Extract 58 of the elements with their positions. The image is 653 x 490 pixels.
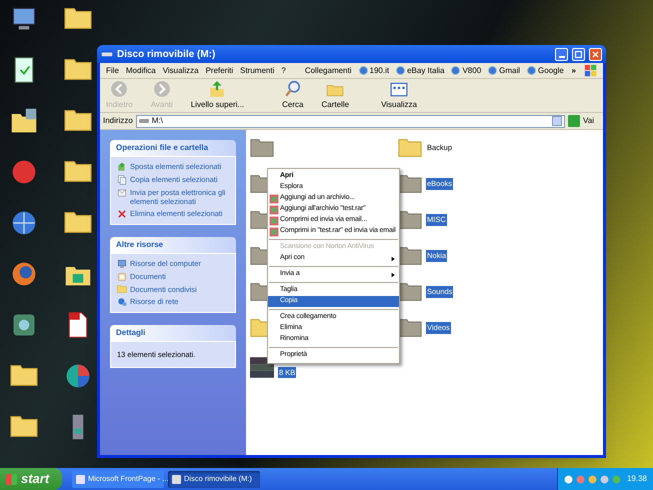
- folder-icon[interactable]: [64, 8, 92, 29]
- envelope-icon: [117, 188, 127, 198]
- folder-icon[interactable]: [64, 161, 92, 182]
- round-app-icon[interactable]: [10, 158, 38, 186]
- folder-icon[interactable]: [10, 416, 38, 437]
- address-label: Indirizzo: [103, 115, 133, 127]
- move-icon: [117, 162, 127, 172]
- panel-header[interactable]: Operazioni file e cartella: [110, 140, 236, 156]
- go-button[interactable]: Vai: [568, 115, 600, 127]
- browser-icon[interactable]: [10, 260, 38, 288]
- folder-icon: [117, 285, 127, 293]
- documents-icon: [117, 272, 127, 282]
- clock: 19.38: [626, 473, 647, 485]
- toolbar-button[interactable]: Cerca: [282, 80, 304, 111]
- more-links-button[interactable]: »: [572, 64, 576, 76]
- links-label: Collegamenti: [304, 64, 352, 76]
- folder-icon[interactable]: [64, 59, 92, 80]
- submenu-arrow-icon: [390, 272, 396, 278]
- globe-icon[interactable]: [10, 208, 38, 236]
- menu-item[interactable]: ?: [281, 64, 286, 76]
- link-button[interactable]: Google: [527, 64, 564, 76]
- link-button[interactable]: eBay Italia: [396, 64, 444, 76]
- folder-up-icon: [208, 80, 226, 98]
- menu-item[interactable]: Modifica: [126, 64, 156, 76]
- copy-icon: [117, 175, 127, 185]
- link-button[interactable]: Gmail: [488, 64, 520, 76]
- panel-header[interactable]: Dettagli: [110, 325, 236, 341]
- computer-icon: [117, 259, 127, 269]
- address-field[interactable]: M:\: [136, 114, 566, 128]
- start-button[interactable]: start: [0, 468, 62, 490]
- panel-header[interactable]: Altre risorse: [110, 237, 236, 253]
- folder-icon[interactable]: [64, 212, 92, 233]
- menu-item[interactable]: File: [106, 64, 119, 76]
- menu-item[interactable]: Visualizza: [162, 64, 199, 76]
- maximize-button[interactable]: [572, 48, 585, 60]
- close-button[interactable]: [589, 48, 602, 60]
- submenu-arrow-icon: [390, 256, 396, 262]
- maximize-icon: [573, 48, 584, 60]
- link-button[interactable]: 190.it: [358, 64, 390, 76]
- folder-icon[interactable]: [64, 110, 92, 131]
- menu-item[interactable]: Preferiti: [206, 64, 234, 76]
- folder-icon[interactable]: [10, 106, 38, 134]
- windows-logo-icon: [583, 64, 599, 78]
- views-icon: [390, 80, 408, 98]
- window-title: Disco rimovibile (M:): [117, 48, 216, 62]
- folder-icon[interactable]: [10, 365, 38, 386]
- network-icon: [117, 297, 127, 307]
- close-icon: [590, 48, 601, 60]
- delete-icon: [117, 209, 127, 219]
- link-button[interactable]: V800: [451, 64, 482, 76]
- menu-item[interactable]: Strumenti: [240, 64, 274, 76]
- toolbar-button[interactable]: Cartelle: [321, 80, 350, 111]
- minimize-button[interactable]: [555, 48, 568, 60]
- search-icon: [284, 80, 302, 98]
- minimize-icon: [558, 56, 564, 58]
- toolbar-button[interactable]: Visualizza: [381, 80, 417, 111]
- pie-icon[interactable]: [64, 362, 92, 390]
- toolbar-button[interactable]: Livello superi...: [190, 80, 244, 111]
